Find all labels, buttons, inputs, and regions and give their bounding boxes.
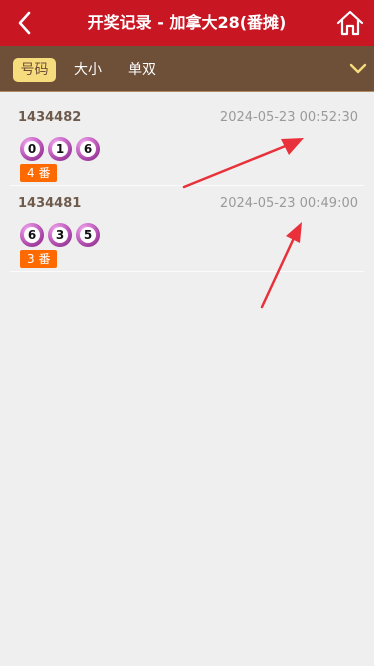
issue-number: 1434481 <box>18 196 82 211</box>
number-ball: 0 <box>20 137 44 161</box>
number-ball: 5 <box>76 223 100 247</box>
draw-record-list: 1434482 2024-05-23 00:52:30 0 1 6 4 番 14… <box>10 100 364 272</box>
draw-time: 2024-05-23 00:49:00 <box>219 196 358 211</box>
back-button[interactable] <box>8 6 42 40</box>
list-item: 1434482 2024-05-23 00:52:30 0 1 6 4 番 <box>10 100 364 186</box>
list-item: 1434481 2024-05-23 00:49:00 6 3 5 3 番 <box>10 186 364 272</box>
fan-badge: 3 番 <box>20 250 58 268</box>
app-header: 开奖记录 - 加拿大28(番摊) <box>0 0 374 46</box>
number-ball: 3 <box>48 223 72 247</box>
result-balls: 6 3 5 <box>20 223 100 247</box>
issue-number: 1434482 <box>18 110 82 125</box>
tab-numbers[interactable]: 号码 <box>13 58 56 82</box>
tab-bar: 号码 大小 单双 <box>0 46 374 92</box>
number-ball: 1 <box>48 137 72 161</box>
tab-odd-even[interactable]: 单双 <box>122 58 162 82</box>
draw-time: 2024-05-23 00:52:30 <box>219 110 358 125</box>
chevron-left-icon <box>18 11 31 35</box>
number-ball: 6 <box>20 223 44 247</box>
page-title: 开奖记录 - 加拿大28(番摊) <box>87 13 287 32</box>
fan-badge: 4 番 <box>20 164 58 182</box>
home-icon <box>336 10 364 36</box>
number-ball: 6 <box>76 137 100 161</box>
chevron-down-icon[interactable] <box>348 60 368 78</box>
home-button[interactable] <box>332 5 368 41</box>
tab-big-small[interactable]: 大小 <box>68 58 108 82</box>
result-balls: 0 1 6 <box>20 137 100 161</box>
